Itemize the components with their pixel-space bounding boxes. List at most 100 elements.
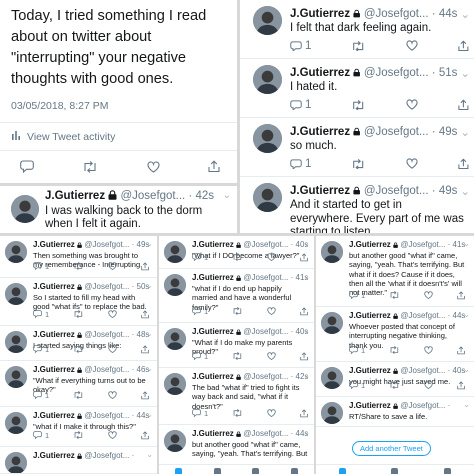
author-name[interactable]: J.Gutierrez	[290, 8, 350, 20]
like-button[interactable]	[424, 346, 433, 355]
author-handle[interactable]: @Josefgot...	[364, 67, 429, 79]
reply-button[interactable]: 1	[33, 345, 49, 354]
author-handle[interactable]: @Josefgot...	[243, 273, 288, 282]
avatar[interactable]	[321, 402, 343, 424]
retweet-button[interactable]	[73, 431, 84, 440]
retweet-button[interactable]	[232, 409, 243, 418]
chevron-down-icon[interactable]: ⌄	[460, 66, 470, 80]
author-name[interactable]: J.Gutierrez	[33, 240, 75, 249]
share-button[interactable]	[141, 391, 149, 400]
avatar[interactable]	[5, 452, 27, 473]
author-handle[interactable]: @Josefgot...	[243, 429, 288, 438]
thread-tweet[interactable]: J.Gutierrez @Josefgot... · 44s ⌄ I felt th…	[240, 0, 474, 59]
avatar[interactable]	[5, 331, 27, 353]
author-name[interactable]: J.Gutierrez	[349, 311, 391, 320]
chevron-down-icon[interactable]: ⌄	[303, 371, 310, 380]
share-button[interactable]	[457, 291, 465, 300]
thread-tweet[interactable]: J.Gutierrez @Josefgot... · 46s ⌄ "What if …	[0, 361, 157, 407]
thread-tweet[interactable]: J.Gutierrez @Josefgot... · 41s ⌄ but anoth…	[316, 236, 474, 307]
share-icon[interactable]	[208, 160, 220, 173]
retweet-button[interactable]	[73, 391, 84, 400]
author-handle[interactable]: @Josefgot...	[84, 240, 129, 249]
share-button[interactable]	[141, 431, 149, 440]
avatar[interactable]	[5, 366, 27, 388]
author-name[interactable]: J.Gutierrez	[290, 185, 350, 197]
author-handle[interactable]: @Josefgot...	[243, 327, 288, 336]
home-icon[interactable]	[338, 468, 346, 474]
author-name[interactable]: J.Gutierrez	[45, 190, 105, 202]
like-button[interactable]	[108, 310, 117, 319]
author-name[interactable]: J.Gutierrez	[33, 451, 75, 460]
author-handle[interactable]: @Josefgot...	[84, 365, 129, 374]
search-icon[interactable]	[391, 468, 399, 474]
thread-tweet[interactable]: J.Gutierrez @Josefgot... · 40s ⌄ "what if …	[159, 236, 314, 269]
retweet-button[interactable]	[351, 158, 365, 170]
reply-button[interactable]: 1	[290, 99, 311, 111]
retweet-button[interactable]	[73, 262, 84, 271]
avatar[interactable]	[164, 241, 186, 263]
like-button[interactable]	[108, 345, 117, 354]
author-name[interactable]: J.Gutierrez	[33, 411, 75, 420]
author-handle[interactable]: @Josefgot...	[400, 401, 445, 410]
thread-tweet[interactable]: J.Gutierrez @Josefgot... · 49s ⌄ And it st…	[240, 177, 474, 233]
avatar[interactable]	[253, 124, 282, 153]
thread-tweet[interactable]: J.Gutierrez @Josefgot... · 50s ⌄ So I star…	[0, 278, 157, 326]
reply-icon[interactable]	[20, 160, 34, 173]
avatar[interactable]	[11, 195, 39, 223]
tweet-time[interactable]: 44s	[439, 8, 458, 20]
like-button[interactable]	[108, 391, 117, 400]
share-button[interactable]	[457, 346, 465, 355]
thread-tweet[interactable]: J.Gutierrez @Josefgot... · 42s ⌄ I was w…	[0, 186, 237, 233]
like-button[interactable]	[406, 99, 418, 111]
author-name[interactable]: J.Gutierrez	[192, 372, 234, 381]
avatar[interactable]	[5, 283, 27, 305]
reply-button[interactable]: 1	[192, 253, 208, 262]
share-button[interactable]	[300, 253, 308, 262]
reply-button[interactable]: 1	[349, 381, 365, 390]
thread-tweet[interactable]: J.Gutierrez @Josefgot... · 44s ⌄ Whoever p…	[316, 307, 474, 362]
author-name[interactable]: J.Gutierrez	[349, 240, 391, 249]
reply-button[interactable]: 1	[33, 391, 49, 400]
reply-button[interactable]: 1	[349, 346, 365, 355]
retweet-button[interactable]	[351, 40, 365, 52]
reply-button[interactable]: 1	[192, 409, 208, 418]
thread-tweet[interactable]: J.Gutierrez @Josefgot... · 42s ⌄ The bad "…	[159, 368, 314, 425]
avatar[interactable]	[253, 6, 282, 35]
chevron-down-icon[interactable]: ⌄	[463, 310, 470, 319]
chevron-down-icon[interactable]: ⌄	[463, 400, 470, 409]
heart-icon[interactable]	[147, 161, 160, 173]
reply-button[interactable]: 1	[290, 158, 311, 170]
chevron-down-icon[interactable]: ⌄	[223, 190, 231, 201]
thread-tweet[interactable]: J.Gutierrez @Josefgot... · 48s ⌄ I started…	[0, 326, 157, 361]
author-handle[interactable]: @Josefgot...	[364, 185, 429, 197]
author-name[interactable]: J.Gutierrez	[349, 366, 391, 375]
avatar[interactable]	[164, 430, 186, 452]
chevron-down-icon[interactable]: ⌄	[303, 239, 310, 248]
like-button[interactable]	[267, 253, 276, 262]
author-handle[interactable]: @Josefgot...	[243, 372, 288, 381]
author-handle[interactable]: @Josefgot...	[120, 190, 185, 202]
avatar[interactable]	[5, 412, 27, 434]
thread-tweet[interactable]: J.Gutierrez @Josefgot... · 41s ⌄ "what if …	[159, 269, 314, 323]
author-name[interactable]: J.Gutierrez	[349, 401, 391, 410]
tweet-time[interactable]: 49s	[439, 185, 458, 197]
thread-tweet[interactable]: J.Gutierrez @Josefgot... · 49s ⌄ Then some…	[0, 236, 157, 278]
author-handle[interactable]: @Josefgot...	[400, 366, 445, 375]
avatar[interactable]	[164, 328, 186, 350]
author-name[interactable]: J.Gutierrez	[192, 327, 234, 336]
avatar[interactable]	[164, 373, 186, 395]
thread-tweet[interactable]: J.Gutierrez @Josefgot... · 40s ⌄ "What if …	[159, 323, 314, 368]
like-button[interactable]	[267, 307, 276, 316]
author-name[interactable]: J.Gutierrez	[192, 240, 234, 249]
chevron-down-icon[interactable]: ⌄	[146, 239, 153, 248]
like-button[interactable]	[406, 40, 418, 52]
retweet-button[interactable]	[232, 307, 243, 316]
author-name[interactable]: J.Gutierrez	[33, 282, 75, 291]
share-button[interactable]	[300, 307, 308, 316]
chevron-down-icon[interactable]: ⌄	[303, 326, 310, 335]
home-icon[interactable]	[174, 468, 182, 474]
avatar[interactable]	[253, 65, 282, 94]
reply-button[interactable]: 1	[192, 307, 208, 316]
retweet-button[interactable]	[389, 346, 400, 355]
thread-tweet[interactable]: J.Gutierrez @Josefgot... · 44s ⌄ "what if …	[0, 407, 157, 447]
